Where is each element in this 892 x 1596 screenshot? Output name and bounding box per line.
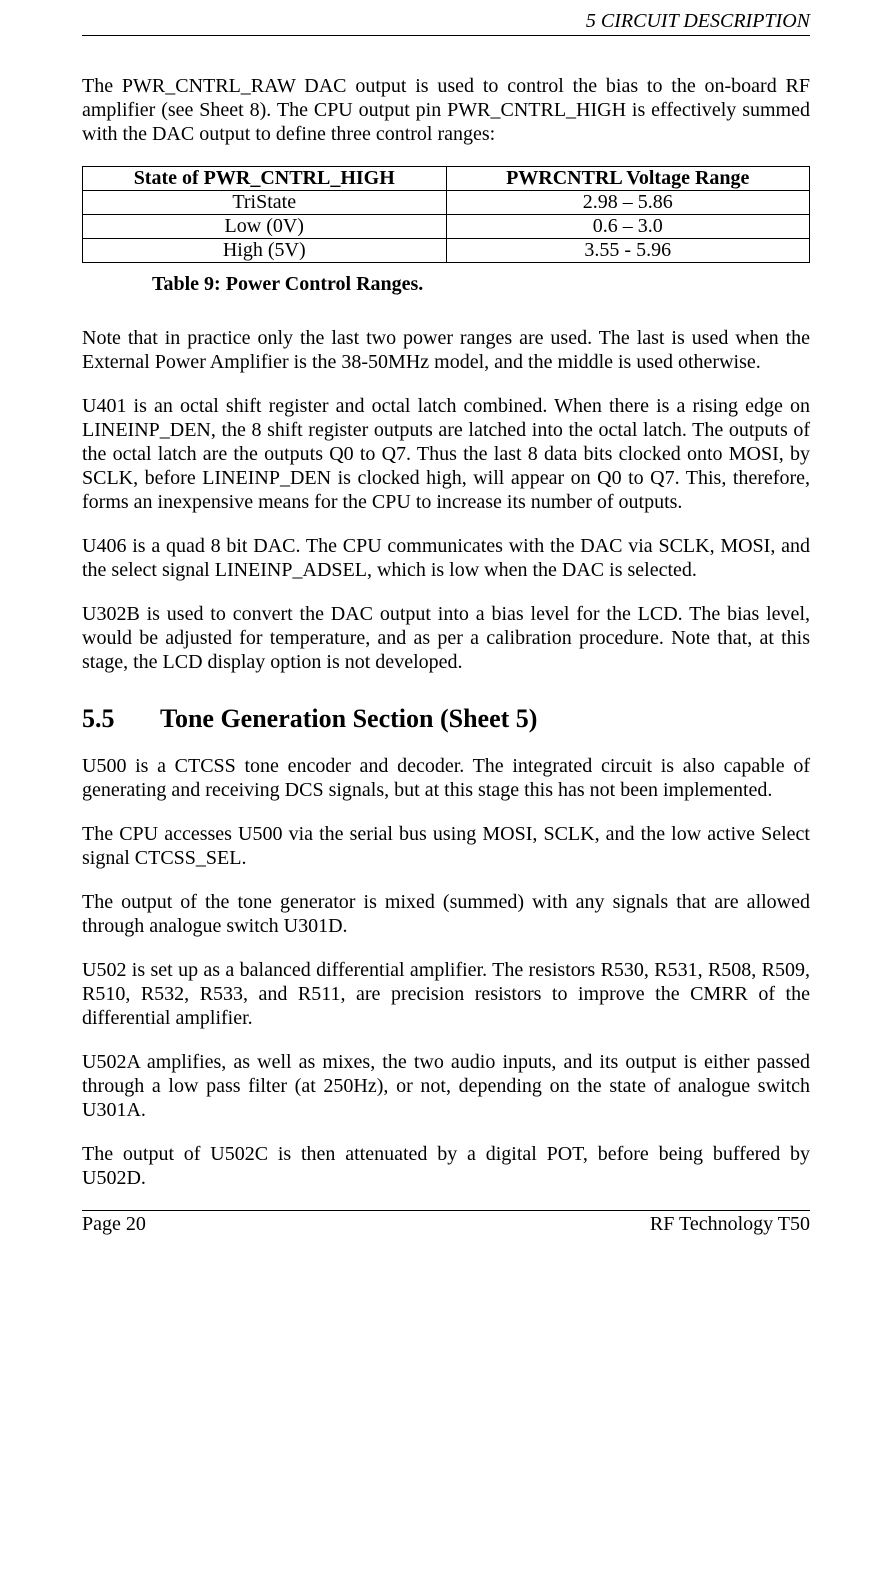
table-cell: 0.6 – 3.0 [446,215,810,239]
page-header: 5 CIRCUIT DESCRIPTION [82,10,810,36]
table-row: TriState 2.98 – 5.86 [83,191,810,215]
table-cell: High (5V) [83,239,447,263]
paragraph: U500 is a CTCSS tone encoder and decoder… [82,754,810,802]
section-title: Tone Generation Section (Sheet 5) [160,704,537,733]
power-control-table: State of PWR_CNTRL_HIGH PWRCNTRL Voltage… [82,166,810,263]
paragraph: U502 is set up as a balanced differentia… [82,958,810,1030]
footer-doc-id: RF Technology T50 [650,1213,810,1236]
paragraph: U406 is a quad 8 bit DAC. The CPU commun… [82,534,810,582]
paragraph: Note that in practice only the last two … [82,326,810,374]
paragraph: The output of U502C is then attenuated b… [82,1142,810,1190]
paragraph: U401 is an octal shift register and octa… [82,394,810,514]
table-header: State of PWR_CNTRL_HIGH [83,167,447,191]
table-header-row: State of PWR_CNTRL_HIGH PWRCNTRL Voltage… [83,167,810,191]
table-header: PWRCNTRL Voltage Range [446,167,810,191]
table-row: High (5V) 3.55 - 5.96 [83,239,810,263]
paragraph: The PWR_CNTRL_RAW DAC output is used to … [82,74,810,146]
table-row: Low (0V) 0.6 – 3.0 [83,215,810,239]
table-cell: 2.98 – 5.86 [446,191,810,215]
page-footer: Page 20 RF Technology T50 [82,1210,810,1236]
paragraph: U302B is used to convert the DAC output … [82,602,810,674]
paragraph: The output of the tone generator is mixe… [82,890,810,938]
paragraph: The CPU accesses U500 via the serial bus… [82,822,810,870]
table-cell: TriState [83,191,447,215]
paragraph: U502A amplifies, as well as mixes, the t… [82,1050,810,1122]
section-heading: 5.5Tone Generation Section (Sheet 5) [82,704,810,734]
table-cell: Low (0V) [83,215,447,239]
table-cell: 3.55 - 5.96 [446,239,810,263]
section-number: 5.5 [82,704,160,734]
footer-page-number: Page 20 [82,1213,146,1236]
table-caption: Table 9: Power Control Ranges. [152,273,810,296]
